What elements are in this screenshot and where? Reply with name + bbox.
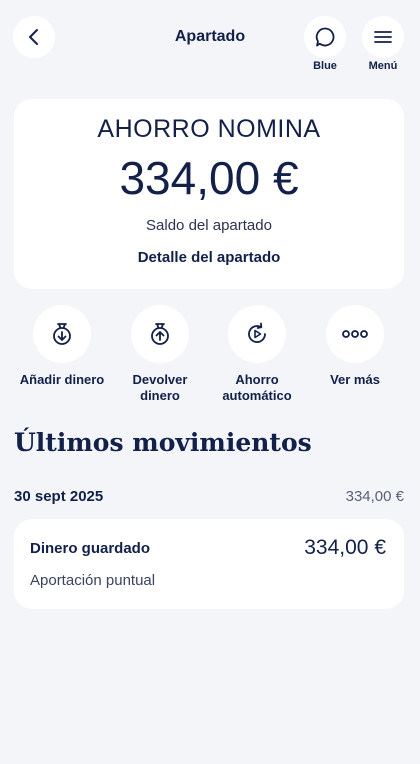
account-name: AHORRO NOMINA xyxy=(97,115,321,143)
detail-link[interactable]: Detalle del apartado xyxy=(14,249,404,266)
add-money-icon xyxy=(53,323,71,345)
auto-save-icon xyxy=(248,322,266,343)
balance-card: AHORRO NOMINA 334,00 € Saldo del apartad… xyxy=(14,99,404,289)
movement-date-total: 334,00 € xyxy=(345,488,404,505)
more-label: Ver más xyxy=(330,372,380,387)
menu-button[interactable] xyxy=(362,16,404,58)
movements-section-title: Últimos movimientos xyxy=(14,428,312,457)
return-money-action[interactable]: Devolver dinero xyxy=(111,305,209,404)
movement-amount: 334,00 € xyxy=(304,536,386,559)
balance-amount: 334,00 € xyxy=(119,152,299,204)
movement-date-row: 30 sept 2025 334,00 € xyxy=(14,488,404,508)
return-money-icon xyxy=(151,323,169,345)
chat-bubble-icon xyxy=(315,27,335,47)
more-action[interactable]: Ver más xyxy=(306,305,404,388)
add-money-button[interactable] xyxy=(33,305,91,363)
auto-save-label: Ahorro automático xyxy=(222,372,292,403)
more-button[interactable] xyxy=(326,305,384,363)
menu-label: Menú xyxy=(368,60,398,72)
movement-item[interactable]: Dinero guardado 334,00 € Aportación punt… xyxy=(14,519,404,609)
more-dots-icon xyxy=(342,330,368,338)
add-money-action[interactable]: Añadir dinero xyxy=(13,305,111,388)
movement-date: 30 sept 2025 xyxy=(14,488,104,505)
blue-assistant-button[interactable] xyxy=(304,16,346,58)
balance-caption: Saldo del apartado xyxy=(146,217,272,234)
return-money-button[interactable] xyxy=(131,305,189,363)
hamburger-menu-icon xyxy=(374,31,392,43)
return-money-label: Devolver dinero xyxy=(132,372,188,403)
auto-save-button[interactable] xyxy=(228,305,286,363)
movement-title: Dinero guardado xyxy=(30,540,151,557)
auto-save-action[interactable]: Ahorro automático xyxy=(208,305,306,404)
page-title: Apartado xyxy=(174,28,246,45)
movement-subtitle: Aportación puntual xyxy=(30,572,156,589)
blue-label: Blue xyxy=(313,60,337,72)
add-money-label: Añadir dinero xyxy=(19,372,105,387)
